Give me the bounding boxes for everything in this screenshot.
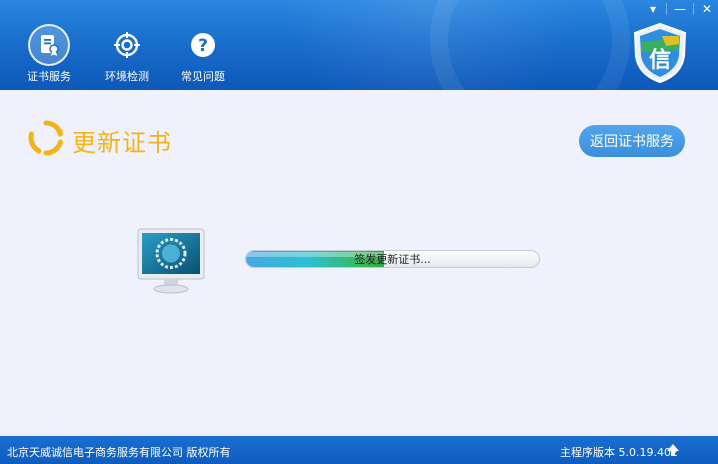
nav-item-environment-check[interactable]: 环境检测 (92, 0, 162, 90)
nav-item-faq[interactable]: ? 常见问题 (168, 0, 238, 90)
nav-label: 环境检测 (105, 70, 149, 83)
upgrade-arrow-icon[interactable] (667, 444, 679, 456)
progress-status-text: 签发更新证书... (354, 253, 431, 266)
svg-text:?: ? (198, 36, 208, 56)
nav-item-certificate-service[interactable]: 证书服务 (14, 0, 84, 90)
copyright-text: 北京天威诚信电子商务服务有限公司 版权所有 (7, 446, 231, 459)
brand-glyph: 信 (649, 47, 671, 73)
app-header: 证书服务 环境检测 ? 常见问题 ▾ — ✕ 信 (0, 0, 718, 90)
refresh-icon (26, 118, 66, 162)
monitor-icon (136, 227, 206, 297)
progress-bar: 签发更新证书... (245, 250, 540, 268)
header-decoration-ring (430, 0, 630, 90)
close-button[interactable]: ✕ (694, 0, 718, 18)
main-content: 更新证书 返回证书服务 签发更新证书... (0, 90, 718, 436)
target-icon (106, 24, 148, 66)
page-title-group: 更新证书 (26, 118, 172, 162)
back-to-certificate-service-button[interactable]: 返回证书服务 (579, 125, 685, 157)
nav-label: 常见问题 (181, 70, 225, 83)
status-bar: 北京天威诚信电子商务服务有限公司 版权所有 主程序版本 5.0.19.402 (0, 436, 718, 464)
version-label: 主程序版本 (560, 446, 616, 459)
page-title: 更新证书 (72, 128, 172, 157)
version-info: 主程序版本 5.0.19.402 (560, 444, 678, 460)
dropdown-menu-button[interactable]: ▾ (640, 0, 666, 18)
question-icon: ? (182, 24, 224, 66)
brand-shield-logo: 信 (632, 22, 688, 84)
minimize-button[interactable]: — (667, 0, 693, 18)
certificate-icon (28, 24, 70, 66)
nav-label: 证书服务 (27, 70, 71, 83)
